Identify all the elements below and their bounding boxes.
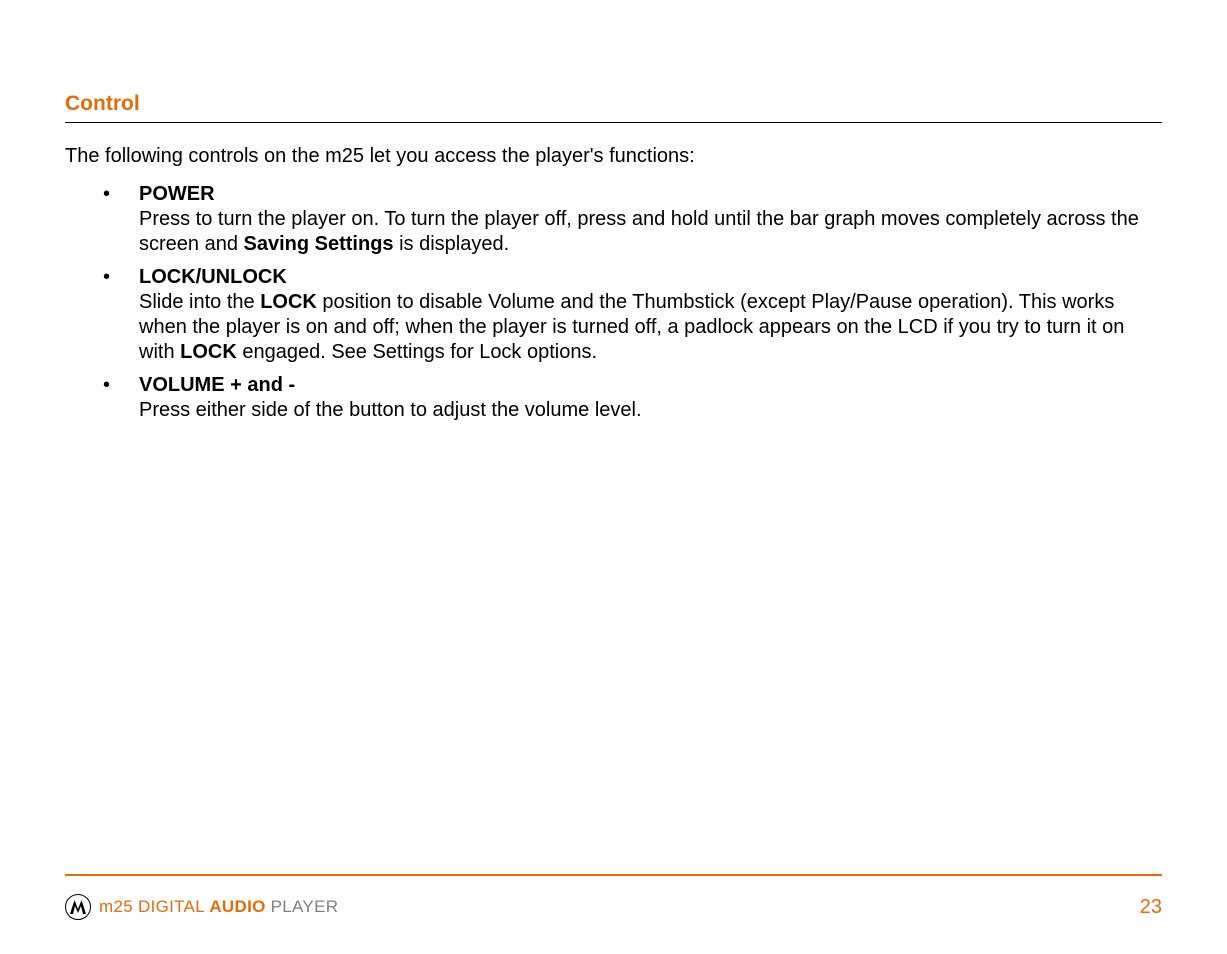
body-text: engaged. See Settings for Lock options.: [237, 341, 597, 363]
bold-text: Saving Settings: [244, 233, 394, 255]
intro-text: The following controls on the m25 let yo…: [65, 145, 1162, 168]
page-number: 23: [1140, 896, 1162, 919]
footer-left: m25 DIGITAL AUDIO PLAYER: [65, 894, 338, 920]
control-body: Press either side of the button to adjus…: [139, 398, 1162, 423]
control-title-lock: LOCK/UNLOCK: [139, 266, 287, 288]
footer-prefix: m25 DIGITAL: [99, 897, 209, 916]
body-text: Slide into the: [139, 291, 260, 313]
list-item: VOLUME + and - Press either side of the …: [103, 373, 1162, 423]
motorola-logo-icon: [65, 894, 91, 920]
controls-list: POWER Press to turn the player on. To tu…: [103, 182, 1162, 423]
bold-text: LOCK: [180, 341, 237, 363]
control-body: Slide into the LOCK position to disable …: [139, 290, 1162, 365]
control-body: Press to turn the player on. To turn the…: [139, 207, 1162, 257]
control-title-power: POWER: [139, 183, 215, 205]
footer-audio: AUDIO: [209, 897, 265, 916]
motorola-m-icon: [69, 900, 87, 914]
footer-player: PLAYER: [266, 897, 339, 916]
control-title-volume: VOLUME + and -: [139, 374, 295, 396]
list-item: LOCK/UNLOCK Slide into the LOCK position…: [103, 265, 1162, 365]
body-text: is displayed.: [394, 233, 510, 255]
list-item: POWER Press to turn the player on. To tu…: [103, 182, 1162, 257]
body-text: Press either side of the button to adjus…: [139, 399, 642, 421]
section-heading: Control: [65, 92, 1162, 123]
page: Control The following controls on the m2…: [0, 0, 1227, 954]
bold-text: LOCK: [260, 291, 317, 313]
footer-product-label: m25 DIGITAL AUDIO PLAYER: [99, 897, 338, 917]
footer-divider: [65, 874, 1162, 876]
page-footer: m25 DIGITAL AUDIO PLAYER 23: [65, 894, 1162, 920]
